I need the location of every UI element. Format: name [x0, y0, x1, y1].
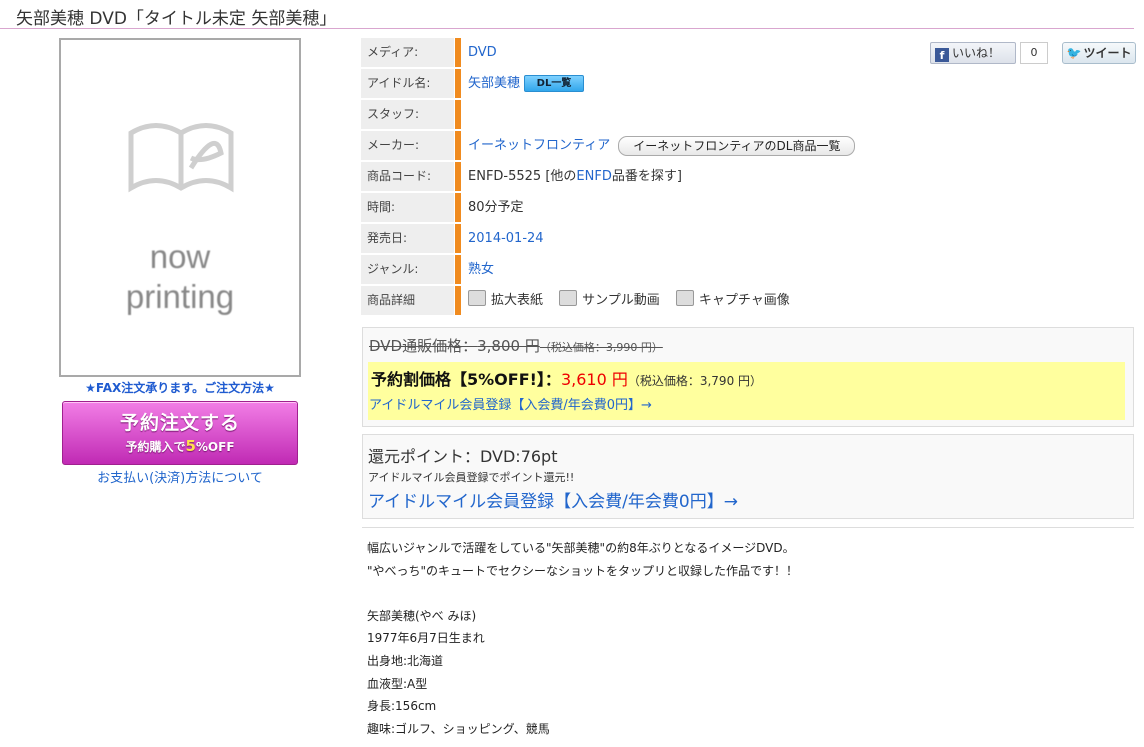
points-box: 還元ポイント：DVD:76pt アイドルマイル会員登録でポイント還元!! アイド…	[362, 434, 1134, 519]
info-row-idol: アイドル名: 矢部美穂 DL一覧	[361, 68, 781, 99]
sale-price: 予約割価格【5%OFF!】：3,610 円（税込価格：3,790 円）	[371, 370, 763, 389]
points-label: 還元ポイント：DVD:76pt	[368, 447, 558, 466]
maker-dl-list-button[interactable]: イーネットフロンティアのDL商品一覧	[618, 135, 856, 156]
dl-list-badge[interactable]: DL一覧	[524, 75, 585, 92]
info-row-genre: ジャンル: 熟女	[361, 254, 781, 285]
regular-price: DVD通販価格：3,800 円（税込価格：3,990 円）	[369, 337, 663, 355]
sale-price-panel: 予約割価格【5%OFF!】：3,610 円（税込価格：3,790 円） アイドル…	[368, 362, 1125, 420]
info-row-time: 時間: 80分予定	[361, 192, 781, 223]
info-row-details: 商品詳細 拡大表紙 サンプル動画 キャプチャ画像	[361, 285, 790, 316]
info-row-release: 発売日: 2014-01-24	[361, 223, 781, 254]
cover-image[interactable]: now printing	[59, 38, 301, 377]
video-icon	[559, 290, 578, 306]
capture-image-link[interactable]: キャプチャ画像	[675, 286, 790, 315]
payment-method-link[interactable]: お支払い(決済)方法について	[62, 467, 298, 486]
twitter-bird-icon: 🐦	[1066, 46, 1082, 60]
points-note: アイドルマイル会員登録でポイント還元!!	[368, 471, 575, 484]
fax-order-link[interactable]: ★FAX注文承ります。ご注文方法★	[62, 379, 298, 396]
facebook-like-button[interactable]: f いいね！	[930, 42, 1016, 64]
price-box: DVD通販価格：3,800 円（税込価格：3,990 円） 予約割価格【5%OF…	[362, 327, 1134, 427]
now-printing-logo-icon	[128, 123, 234, 193]
media-link[interactable]: DVD	[468, 45, 497, 60]
facebook-icon: f	[935, 48, 949, 62]
like-count: 0	[1020, 42, 1048, 64]
info-row-media: メディア: DVD	[361, 37, 781, 68]
points-register-link[interactable]: アイドルマイル会員登録【入会費/年会費0円】→	[368, 487, 738, 512]
product-info-table: メディア: DVD アイドル名: 矢部美穂 DL一覧 スタッフ: メーカー: イー…	[361, 37, 856, 316]
mile-register-link[interactable]: アイドルマイル会員登録【入会費/年会費0円】→	[369, 394, 652, 413]
camera-icon	[675, 290, 694, 306]
maker-link[interactable]: イーネットフロンティア	[468, 138, 610, 153]
idol-link[interactable]: 矢部美穂	[468, 76, 520, 91]
info-row-maker: メーカー: イーネットフロンティア イーネットフロンティアのDL商品一覧	[361, 130, 856, 161]
info-row-code: 商品コード: ENFD-5525 [他のENFD品番を探す]	[361, 161, 781, 192]
info-row-staff: スタッフ:	[361, 99, 781, 130]
genre-link[interactable]: 熟女	[468, 262, 494, 277]
magnifier-icon	[468, 290, 486, 306]
now-printing-text: now printing	[125, 238, 235, 315]
tweet-button[interactable]: 🐦 ツイート	[1062, 42, 1136, 64]
zoom-cover-link[interactable]: 拡大表紙	[468, 286, 543, 315]
divider	[362, 527, 1134, 528]
product-description: 幅広いジャンルで活躍をしている"矢部美穂"の約8年ぶりとなるイメージDVD。 "…	[367, 541, 799, 736]
enfd-search-link[interactable]: ENFD	[576, 169, 611, 184]
release-date-link[interactable]: 2014-01-24	[468, 231, 544, 246]
page-title: 矢部美穂 DVD「タイトル未定 矢部美穂」	[16, 9, 337, 29]
title-bar: 矢部美穂 DVD「タイトル未定 矢部美穂」	[0, 0, 1134, 29]
sample-video-link[interactable]: サンプル動画	[559, 286, 660, 315]
preorder-button[interactable]: 予約注文する 予約購入で5%OFF	[62, 401, 298, 465]
